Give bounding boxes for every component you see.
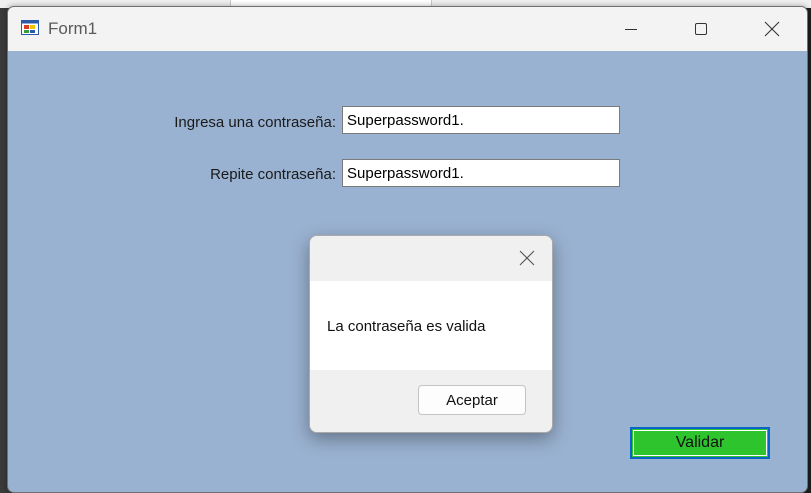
repeat-password-label: Repite contraseña:: [210, 166, 336, 183]
password-input[interactable]: [342, 106, 620, 134]
dialog-close-button[interactable]: [513, 246, 541, 270]
close-icon: [519, 250, 535, 266]
title-bar[interactable]: Form1: [8, 7, 807, 51]
dialog-message: La contraseña es valida: [327, 318, 486, 335]
minimize-button[interactable]: [596, 7, 666, 51]
validate-button[interactable]: Validar: [630, 427, 770, 459]
app-icon[interactable]: [21, 18, 39, 36]
window-title: Form1: [48, 19, 98, 38]
close-button[interactable]: [737, 7, 807, 51]
password-label: Ingresa una contraseña:: [174, 114, 336, 131]
maximize-icon: [695, 23, 707, 35]
message-box-dialog: La contraseña es valida Aceptar: [309, 235, 553, 433]
repeat-password-input[interactable]: [342, 159, 620, 187]
dialog-title-bar[interactable]: [310, 236, 552, 281]
minimize-icon: [625, 29, 637, 30]
close-icon: [764, 21, 780, 37]
dialog-footer: Aceptar: [310, 370, 552, 432]
accept-button[interactable]: Aceptar: [418, 385, 526, 415]
dialog-body: La contraseña es valida: [310, 281, 552, 370]
maximize-button[interactable]: [666, 7, 736, 51]
